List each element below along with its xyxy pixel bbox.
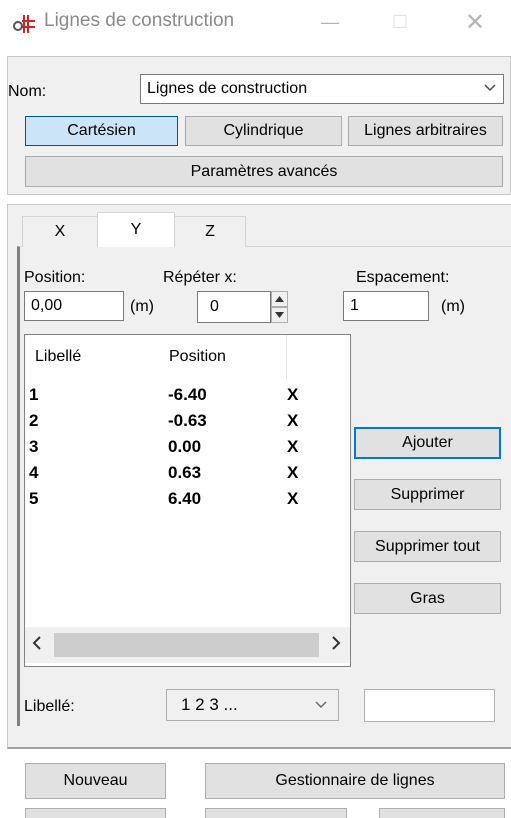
row-mark: X xyxy=(287,489,299,508)
cartesian-button[interactable]: Cartésien xyxy=(25,116,178,146)
arbitrary-lines-button[interactable]: Lignes arbitraires xyxy=(348,116,503,146)
chevron-down-icon xyxy=(483,80,497,100)
name-dropdown-value: Lignes de construction xyxy=(147,80,308,97)
row-position: 0.63 xyxy=(168,463,202,482)
tab-z[interactable]: Z xyxy=(174,216,246,247)
label-format-dropdown[interactable]: 1 2 3 ... xyxy=(166,689,339,721)
minimize-icon: — xyxy=(321,11,339,32)
apply-button[interactable]: Appliquer xyxy=(25,808,166,818)
label-text-input[interactable] xyxy=(364,689,495,722)
close-button[interactable]: ✕ xyxy=(445,4,505,40)
row-label: 4 xyxy=(29,463,39,482)
row-mark: X xyxy=(287,411,299,430)
label-format-label: Libellé: xyxy=(24,698,75,715)
lines-list[interactable]: Libellé Position 1 -6.40 X 2 -0.63 X 3 0… xyxy=(24,334,351,667)
position-unit: (m) xyxy=(130,298,154,315)
row-position: -6.40 xyxy=(168,385,207,404)
tab-y[interactable]: Y xyxy=(97,212,175,248)
row-label: 5 xyxy=(29,489,39,508)
repeat-label: Répéter x: xyxy=(163,269,237,286)
row-label: 2 xyxy=(29,411,39,430)
table-row[interactable]: 4 0.63 X xyxy=(25,461,350,487)
title-bar: Lignes de construction — ☐ ✕ xyxy=(0,0,511,48)
position-label: Position: xyxy=(24,269,86,286)
table-row[interactable]: 3 0.00 X xyxy=(25,435,350,461)
maximize-icon: ☐ xyxy=(391,11,409,32)
column-header-position: Position xyxy=(169,348,226,365)
scroll-right-icon[interactable] xyxy=(331,636,341,655)
spacing-unit: (m) xyxy=(441,298,465,315)
table-row[interactable]: 1 -6.40 X xyxy=(25,383,350,409)
chevron-down-icon xyxy=(314,697,328,717)
delete-all-button[interactable]: Supprimer tout xyxy=(354,531,501,562)
row-mark: X xyxy=(287,385,299,404)
advanced-settings-button[interactable]: Paramètres avancés xyxy=(25,156,503,187)
row-position: -0.63 xyxy=(168,411,207,430)
close-dialog-button[interactable]: Fermer xyxy=(205,808,347,818)
scrollbar-thumb[interactable] xyxy=(54,633,319,657)
scroll-left-icon[interactable] xyxy=(32,636,42,655)
header-divider xyxy=(286,335,287,381)
bold-button[interactable]: Gras xyxy=(354,583,501,614)
spin-down-icon[interactable] xyxy=(271,307,288,323)
help-button[interactable]: Aide xyxy=(379,808,505,818)
row-position: 6.40 xyxy=(168,489,202,508)
label-format-value: 1 2 3 ... xyxy=(181,695,238,714)
tab-x[interactable]: X xyxy=(22,216,98,247)
row-mark: X xyxy=(287,437,299,456)
window-title: Lignes de construction xyxy=(44,10,235,31)
spin-up-icon[interactable] xyxy=(271,291,288,307)
row-position: 0.00 xyxy=(168,437,202,456)
table-row[interactable]: 5 6.40 X xyxy=(25,487,350,513)
spacing-input[interactable]: 1 xyxy=(343,291,429,321)
column-header-label: Libellé xyxy=(35,348,82,365)
name-dropdown[interactable]: Lignes de construction xyxy=(140,74,504,104)
minimize-button[interactable]: — xyxy=(300,4,360,40)
new-button[interactable]: Nouveau xyxy=(25,763,166,799)
table-row[interactable]: 2 -0.63 X xyxy=(25,409,350,435)
construction-lines-icon xyxy=(12,11,36,35)
delete-button[interactable]: Supprimer xyxy=(354,479,501,510)
close-icon: ✕ xyxy=(464,8,486,36)
add-button[interactable]: Ajouter xyxy=(354,427,501,459)
position-input[interactable]: 0,00 xyxy=(24,291,124,321)
maximize-button[interactable]: ☐ xyxy=(370,4,430,40)
row-label: 1 xyxy=(29,385,39,404)
name-label: Nom: xyxy=(8,83,47,100)
repeat-input[interactable]: 0 xyxy=(197,291,271,323)
row-mark: X xyxy=(287,463,299,482)
row-label: 3 xyxy=(29,437,39,456)
cylindrical-button[interactable]: Cylindrique xyxy=(185,116,342,146)
line-manager-button[interactable]: Gestionnaire de lignes xyxy=(205,763,505,799)
spacing-label: Espacement: xyxy=(356,269,450,286)
